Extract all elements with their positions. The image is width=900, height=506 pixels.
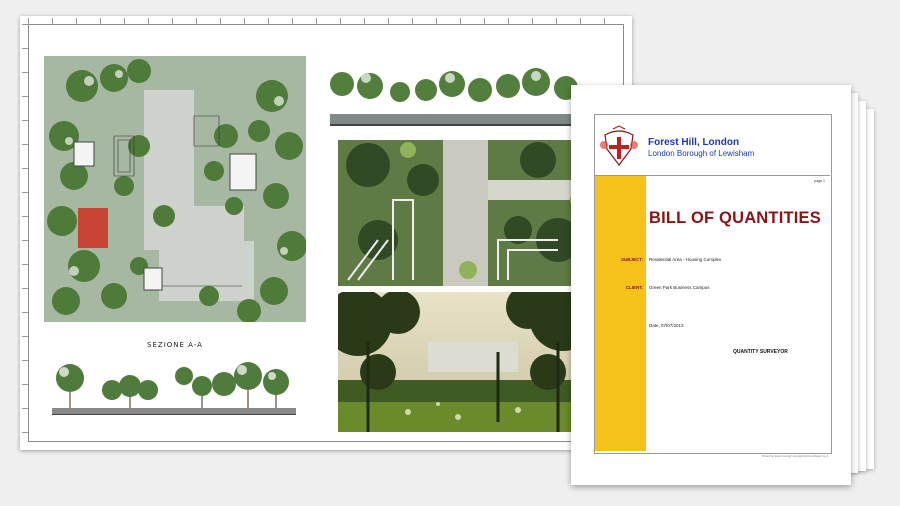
quantity-surveyor-role: QUANTITY SURVEYOR — [733, 349, 788, 355]
document-title: BILL OF QUANTITIES — [649, 209, 821, 227]
bill-of-quantities-document[interactable]: Forest Hill, London London Borough of Le… — [571, 85, 851, 485]
section-title: SEZIONE A-A — [147, 341, 203, 349]
organization-name: Forest Hill, London — [648, 137, 740, 148]
perspective-render — [338, 292, 588, 432]
yellow-band — [595, 176, 646, 451]
page-number: page 1 — [814, 179, 825, 183]
subject-label: SUBJECT: — [620, 257, 643, 262]
client-label: CLIENT: — [625, 285, 643, 290]
drawing-sheet: SEZIONE A-A — [20, 16, 632, 450]
borough-name: London Borough of Lewisham — [648, 149, 755, 158]
elevation-top — [330, 68, 592, 126]
document-footer: Printed by Studio Users@ copyright ACCA … — [761, 455, 829, 458]
elevation-bottom — [52, 362, 296, 415]
site-plan — [44, 56, 306, 322]
document-date: Date, 07/07/2013 — [649, 323, 684, 328]
borough-crest-icon — [600, 125, 638, 166]
subject-value: Residential Area - Housing Complex — [649, 257, 722, 262]
aerial-render — [338, 140, 588, 286]
client-value: Green Park Business Campus — [649, 285, 710, 290]
